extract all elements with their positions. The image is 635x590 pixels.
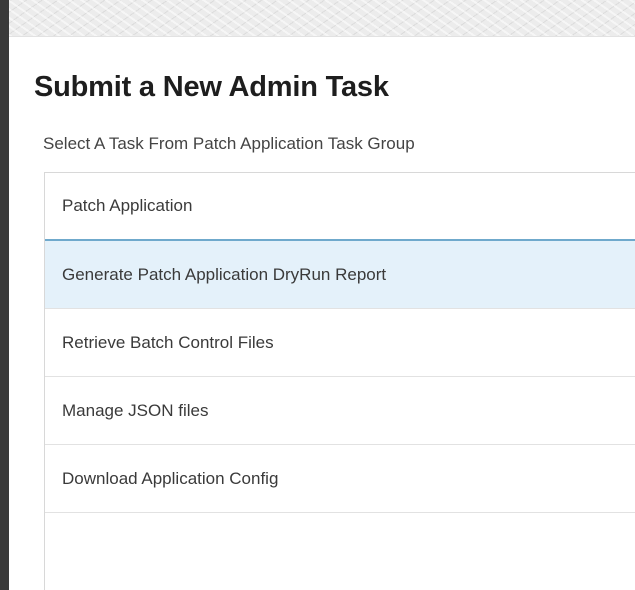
task-group-subtitle: Select A Task From Patch Application Tas…: [43, 134, 415, 153]
header-banner: [9, 0, 635, 37]
task-item-label: Manage JSON files: [62, 400, 209, 420]
task-item-label: Retrieve Batch Control Files: [62, 332, 274, 352]
task-list: Patch Application Generate Patch Applica…: [44, 172, 635, 590]
task-item-manage-json-files[interactable]: Manage JSON files: [45, 377, 635, 445]
task-item-label: Download Application Config: [62, 468, 279, 488]
left-window-edge: [0, 0, 9, 590]
page-title: Submit a New Admin Task: [34, 71, 389, 103]
task-item-label: Patch Application: [62, 196, 193, 215]
task-item-retrieve-batch-control-files[interactable]: Retrieve Batch Control Files: [45, 309, 635, 377]
task-item-label: Generate Patch Application DryRun Report: [62, 264, 387, 284]
admin-task-screen: Submit a New Admin Task Select A Task Fr…: [0, 0, 635, 590]
task-panel: Submit a New Admin Task Select A Task Fr…: [9, 37, 635, 590]
task-item-patch-application[interactable]: Patch Application: [45, 173, 635, 241]
task-item-generate-dryrun-report[interactable]: Generate Patch Application DryRun Report: [45, 241, 635, 309]
task-item-download-application-config[interactable]: Download Application Config: [45, 445, 635, 513]
